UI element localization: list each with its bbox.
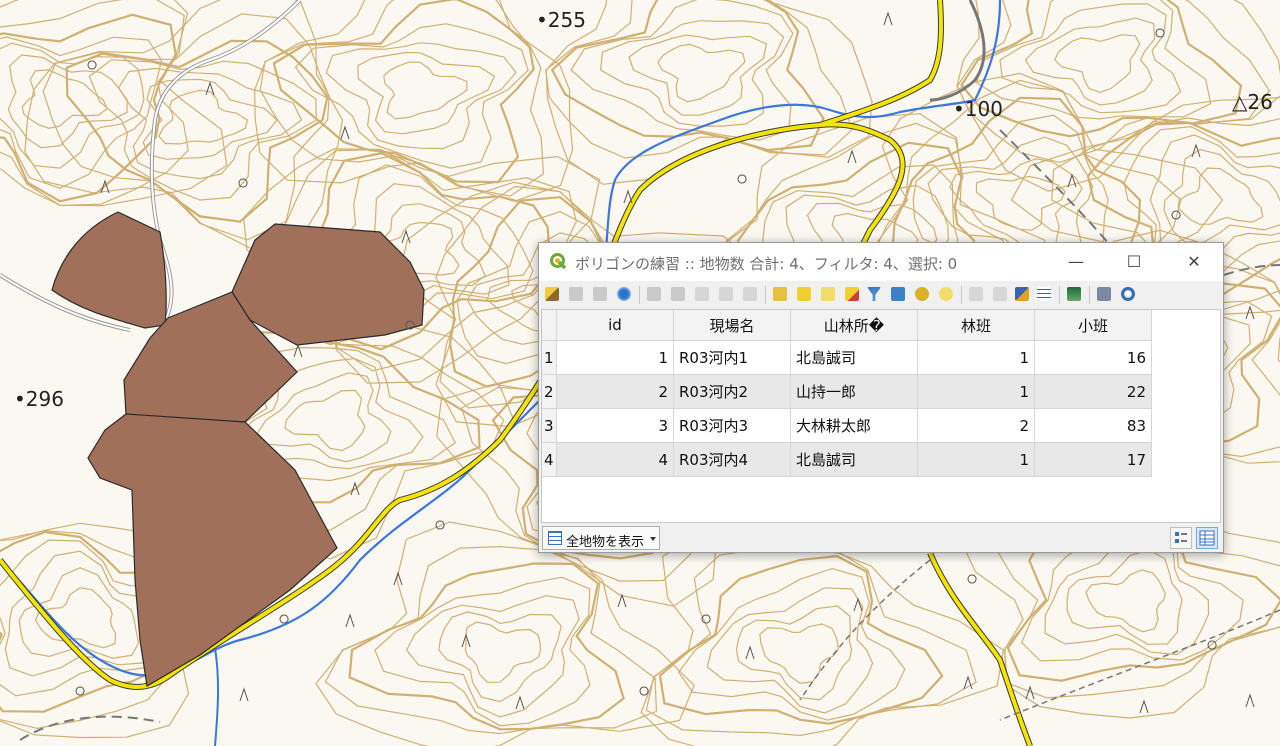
pan-icon[interactable] <box>915 287 929 301</box>
column-header-forest-block[interactable]: 林班 <box>917 310 1035 341</box>
zoom-icon[interactable] <box>939 287 953 301</box>
chevron-down-icon <box>650 537 656 541</box>
cell-site[interactable]: R03河内4 <box>673 442 791 477</box>
column-header-id[interactable]: id <box>556 310 674 341</box>
attribute-toolbar <box>539 281 1223 309</box>
cell-forest-block[interactable]: 1 <box>917 340 1035 375</box>
table-view-button[interactable] <box>1196 527 1218 549</box>
toolbar-separator <box>639 286 640 304</box>
cell-id[interactable]: 3 <box>556 408 674 443</box>
attribute-table[interactable]: id 現場名 山林所� 林班 小班 1 1 R03河内1 北島誠司 1 16 2 <box>541 309 1221 523</box>
row-number[interactable]: 4 <box>542 442 557 477</box>
add-feature-icon[interactable] <box>647 287 661 301</box>
toolbar-separator <box>765 286 766 304</box>
multi-edit-icon[interactable] <box>569 287 583 301</box>
filter-label: 全地物を表示 <box>566 535 645 550</box>
cell-site[interactable]: R03河内1 <box>673 340 791 375</box>
copy-icon[interactable] <box>719 287 733 301</box>
table-row[interactable]: 2 2 R03河内2 山持一郎 1 22 <box>542 374 1152 409</box>
cut-icon[interactable] <box>695 287 709 301</box>
table-header-row: id 現場名 山林所� 林班 小班 <box>542 310 1152 341</box>
column-header-site[interactable]: 現場名 <box>673 310 791 341</box>
invert-selection-icon[interactable] <box>821 287 835 301</box>
select-expression-icon[interactable] <box>773 287 787 301</box>
table-row[interactable]: 4 4 R03河内4 北島誠司 1 17 <box>542 442 1152 477</box>
cell-forest-block[interactable]: 1 <box>917 374 1035 409</box>
actions-icon[interactable] <box>1121 287 1135 301</box>
row-number[interactable]: 1 <box>542 340 557 375</box>
table-view-icon <box>1199 530 1215 546</box>
paste-cells-icon[interactable] <box>993 287 1007 301</box>
column-header-sub-block[interactable]: 小班 <box>1034 310 1152 341</box>
cell-id[interactable]: 4 <box>556 442 674 477</box>
cell-site[interactable]: R03河内3 <box>673 408 791 443</box>
triangulation-point-26: △26 <box>1232 90 1273 114</box>
cell-owner[interactable]: 山持一郎 <box>790 374 918 409</box>
move-top-icon[interactable] <box>891 287 905 301</box>
cell-sub-block[interactable]: 17 <box>1034 442 1152 477</box>
copy-cells-icon[interactable] <box>969 287 983 301</box>
bottom-bar: 全地物を表示 <box>539 523 1223 554</box>
cell-owner[interactable]: 北島誠司 <box>790 442 918 477</box>
row-number[interactable]: 2 <box>542 374 557 409</box>
reload-icon[interactable] <box>617 287 631 301</box>
edit-pencil-icon[interactable] <box>545 287 559 301</box>
form-view-button[interactable] <box>1170 527 1192 549</box>
table-row[interactable]: 1 1 R03河内1 北島誠司 1 16 <box>542 340 1152 375</box>
cell-id[interactable]: 1 <box>556 340 674 375</box>
cell-sub-block[interactable]: 16 <box>1034 340 1152 375</box>
save-icon[interactable] <box>593 287 607 301</box>
maximize-button[interactable]: ☐ <box>1105 243 1163 281</box>
select-all-icon[interactable] <box>797 287 811 301</box>
close-button[interactable]: ✕ <box>1165 243 1223 281</box>
form-view-icon <box>1175 532 1187 543</box>
delete-field-icon[interactable] <box>1015 287 1029 301</box>
attribute-table-window: ポリゴンの練習 :: 地物数 合計: 4、フィルタ: 4、選択: 0 — ☐ ✕ <box>538 242 1224 553</box>
toolbar-separator <box>1059 286 1060 304</box>
window-titlebar[interactable]: ポリゴンの練習 :: 地物数 合計: 4、フィルタ: 4、選択: 0 — ☐ ✕ <box>539 243 1223 281</box>
spot-height-100: •100 <box>953 97 1003 121</box>
corner-cell[interactable] <box>542 310 557 341</box>
table-icon <box>548 531 562 545</box>
delete-feature-icon[interactable] <box>671 287 685 301</box>
conditional-format-icon[interactable] <box>1097 287 1111 301</box>
column-header-owner[interactable]: 山林所� <box>790 310 918 341</box>
deselect-icon[interactable] <box>845 287 859 301</box>
toolbar-separator <box>1089 286 1090 304</box>
cell-sub-block[interactable]: 22 <box>1034 374 1152 409</box>
filter-icon[interactable] <box>867 287 881 301</box>
spot-height-255: •255 <box>536 8 586 32</box>
window-title: ポリゴンの練習 :: 地物数 合計: 4、フィルタ: 4、選択: 0 <box>575 255 958 273</box>
field-calculator-icon[interactable] <box>1067 287 1081 301</box>
cell-owner[interactable]: 大林耕太郎 <box>790 408 918 443</box>
new-field-icon[interactable] <box>1037 287 1051 301</box>
qgis-icon <box>550 253 567 270</box>
cell-id[interactable]: 2 <box>556 374 674 409</box>
minimize-button[interactable]: — <box>1047 243 1105 281</box>
spot-height-296: •296 <box>14 387 64 411</box>
row-number[interactable]: 3 <box>542 408 557 443</box>
toolbar-separator <box>961 286 962 304</box>
cell-site[interactable]: R03河内2 <box>673 374 791 409</box>
paste-icon[interactable] <box>743 287 757 301</box>
cell-owner[interactable]: 北島誠司 <box>790 340 918 375</box>
cell-sub-block[interactable]: 83 <box>1034 408 1152 443</box>
cell-forest-block[interactable]: 2 <box>917 408 1035 443</box>
table-row[interactable]: 3 3 R03河内3 大林耕太郎 2 83 <box>542 408 1152 443</box>
cell-forest-block[interactable]: 1 <box>917 442 1035 477</box>
show-features-filter-button[interactable]: 全地物を表示 <box>542 526 660 550</box>
